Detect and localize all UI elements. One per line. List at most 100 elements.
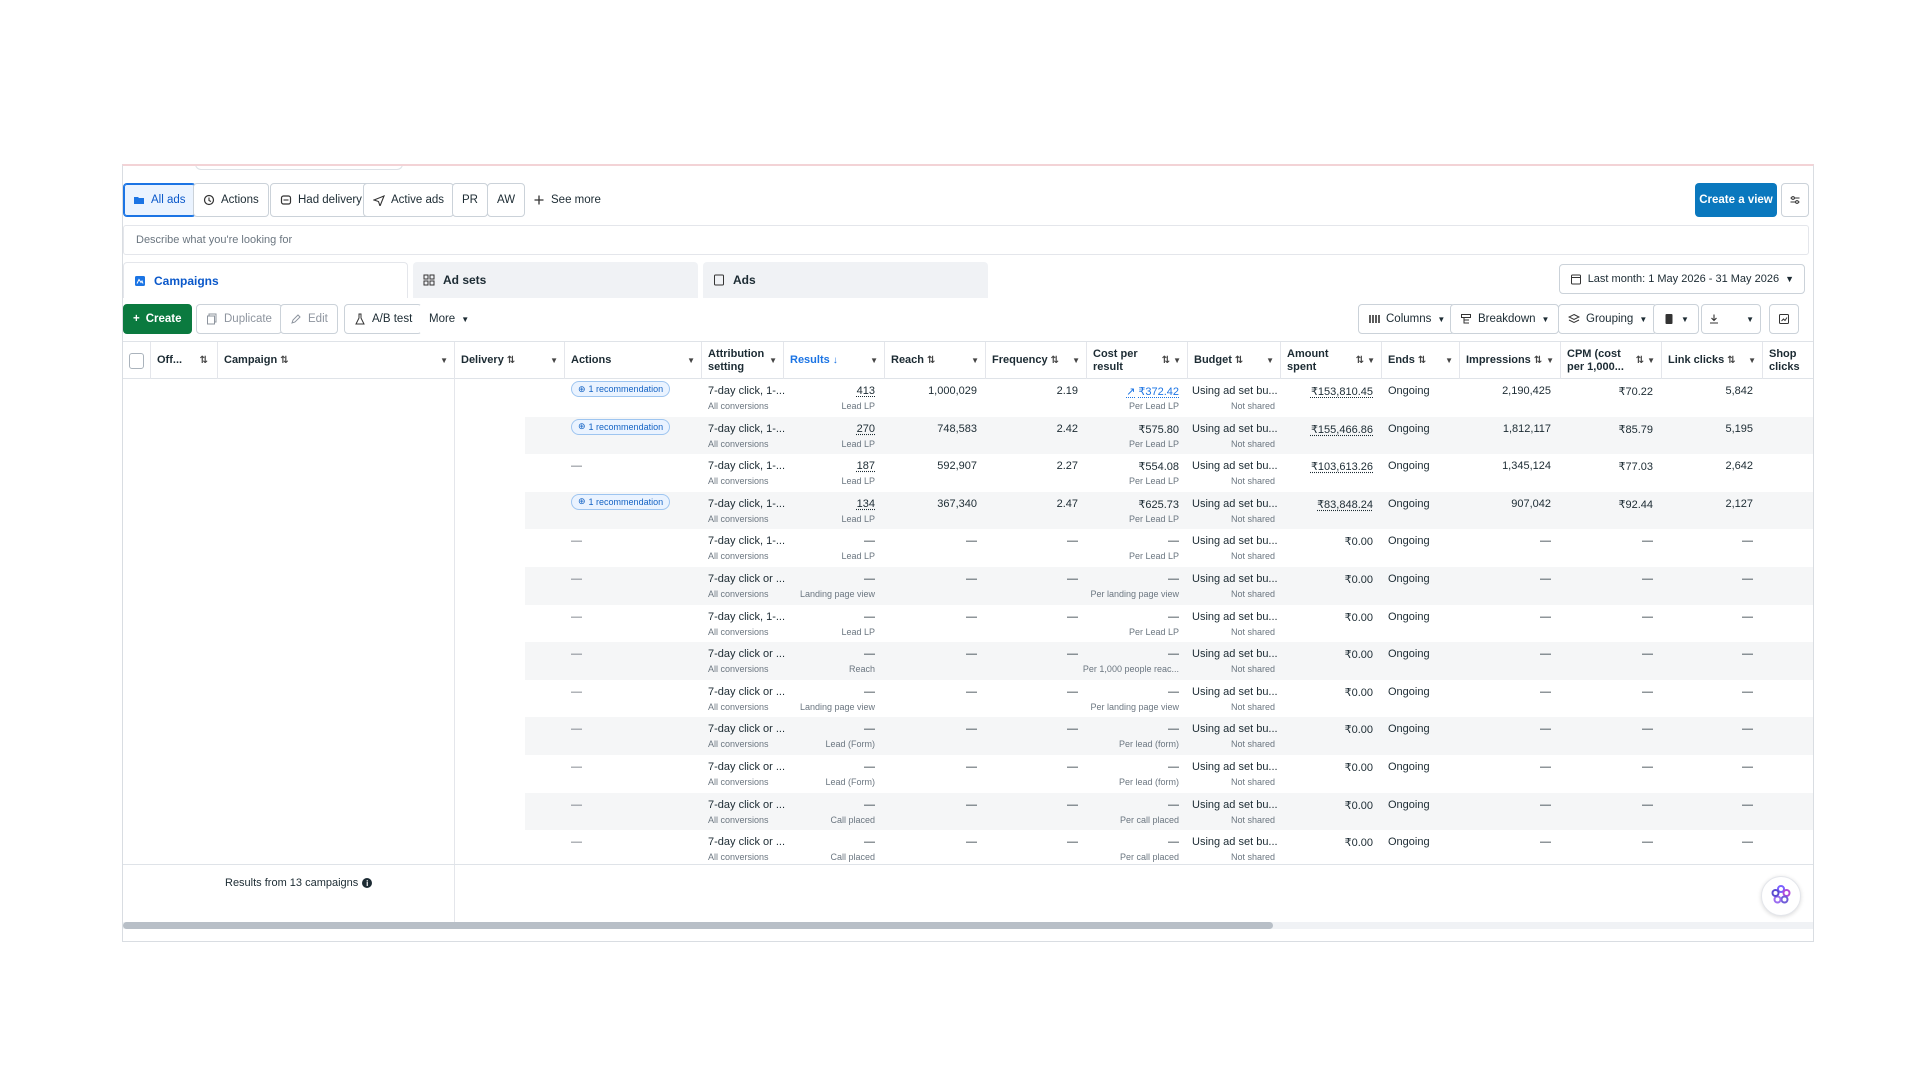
recommendation-badge[interactable]: ⊕ 1 recommendation bbox=[571, 418, 671, 435]
info-icon[interactable]: i bbox=[362, 878, 373, 888]
table-row[interactable]: — 7-day click or ... All conversions — Lead … bbox=[123, 717, 1813, 755]
scrollbar-thumb[interactable] bbox=[123, 922, 1273, 929]
table-row[interactable]: — 7-day click or ... All conversions — Call … bbox=[123, 830, 1813, 868]
export-button[interactable]: ▼ bbox=[1701, 304, 1761, 334]
col-campaign[interactable]: Campaign ⇅ ▼ bbox=[218, 342, 455, 379]
actions-cell: — bbox=[571, 723, 582, 736]
results-cell[interactable]: 413 bbox=[857, 385, 875, 397]
table-row[interactable]: — 7-day click or ... All conversions — Landi… bbox=[123, 680, 1813, 718]
results-cell[interactable]: 187 bbox=[857, 460, 875, 472]
tab-ads[interactable]: Ads bbox=[703, 262, 988, 298]
col-frequency[interactable]: Frequency ⇅ ▼ bbox=[986, 342, 1087, 379]
results-cell[interactable]: 270 bbox=[857, 423, 875, 435]
tab-ad-sets[interactable]: Ad sets bbox=[413, 262, 698, 298]
breakdown-button[interactable]: Breakdown ▼ bbox=[1450, 304, 1560, 334]
attribution-cell: 7-day click, 1-... bbox=[708, 460, 786, 473]
col-reach[interactable]: Reach ⇅ ▼ bbox=[885, 342, 986, 379]
actions-cell: — bbox=[571, 573, 582, 585]
date-range-picker[interactable]: Last month: 1 May 2026 - 31 May 2026 ▼ bbox=[1558, 264, 1805, 294]
amount-spent-cell: ₹83,848.24 bbox=[1317, 498, 1373, 511]
chart-toggle-button[interactable] bbox=[1769, 304, 1799, 334]
search-input[interactable]: Describe what you're looking for bbox=[123, 225, 1809, 255]
chevron-down-icon: ▼ bbox=[1072, 355, 1080, 365]
table-row[interactable]: ⊕ 1 recommendation 7-day click, 1-... All c… bbox=[123, 416, 1813, 455]
table-row[interactable]: — 7-day click or ... All conversions — Call … bbox=[123, 792, 1813, 831]
cost-per-result-cell: — bbox=[1168, 685, 1179, 698]
cost-per-result-cell: — bbox=[1168, 836, 1179, 849]
table-row[interactable]: — 7-day click, 1-... All conversions — Lead … bbox=[123, 529, 1813, 567]
reach-cell: — bbox=[966, 798, 977, 811]
ends-cell: Ongoing bbox=[1388, 422, 1430, 435]
columns-button[interactable]: Columns ▼ bbox=[1358, 304, 1456, 334]
attribution-sub: All conversions bbox=[708, 739, 769, 750]
cpm-cell: — bbox=[1642, 761, 1653, 773]
results-type: Reach bbox=[848, 664, 875, 675]
reach-cell: 1,000,029 bbox=[928, 385, 977, 397]
budget-sub: Not shared bbox=[1230, 777, 1275, 787]
view-had-delivery[interactable]: Had delivery bbox=[270, 183, 372, 217]
budget-cell: Using ad set bu... bbox=[1192, 497, 1278, 510]
cost-per-result-cell: — bbox=[1168, 723, 1179, 736]
select-all-checkbox[interactable] bbox=[123, 342, 151, 379]
reach-cell: — bbox=[966, 723, 977, 736]
table-row[interactable]: ⊕ 1 recommendation 7-day click, 1-... All c… bbox=[123, 379, 1813, 417]
table-row[interactable]: — 7-day click, 1-... All conversions 187 Lea… bbox=[123, 454, 1813, 492]
view-aw[interactable]: AW bbox=[487, 183, 526, 217]
table-row[interactable]: — 7-day click or ... All conversions — Lead … bbox=[123, 755, 1813, 793]
duplicate-button[interactable]: Duplicate bbox=[196, 304, 282, 334]
see-more-button[interactable]: See more bbox=[523, 183, 611, 217]
trend-up-icon: ↗ bbox=[1126, 386, 1136, 398]
view-active-ads[interactable]: Active ads bbox=[363, 183, 455, 217]
col-budget[interactable]: Budget ⇅ ▼ bbox=[1188, 342, 1281, 379]
recommendation-badge[interactable]: ⊕ 1 recommendation bbox=[571, 381, 671, 397]
table-row[interactable]: — 7-day click, 1-... All conversions — Lead … bbox=[123, 605, 1813, 643]
impressions-cell: 1,345,124 bbox=[1502, 460, 1551, 473]
edit-button[interactable]: Edit bbox=[280, 304, 338, 334]
horizontal-scrollbar[interactable] bbox=[123, 922, 1813, 929]
amount-spent-cell: ₹0.00 bbox=[1344, 574, 1373, 586]
view-settings-button[interactable] bbox=[1781, 183, 1809, 217]
view-pr[interactable]: PR bbox=[452, 183, 488, 217]
ads-manager-panel: All ads Actions Had delivery Active ads … bbox=[122, 164, 1814, 942]
assistant-button[interactable] bbox=[1761, 876, 1801, 916]
col-link-clicks[interactable]: Link clicks ⇅ ▼ bbox=[1662, 342, 1763, 379]
amount-spent-cell: ₹0.00 bbox=[1344, 724, 1373, 737]
results-cell[interactable]: 134 bbox=[857, 498, 875, 510]
col-shop-clicks[interactable]: Shop clicks bbox=[1763, 342, 1813, 379]
ab-test-button[interactable]: A/B test bbox=[344, 304, 423, 334]
table-row[interactable]: ⊕ 1 recommendation 7-day click, 1-... All c… bbox=[123, 491, 1813, 530]
col-ends[interactable]: Ends ⇅ ▼ bbox=[1382, 342, 1460, 379]
reports-button[interactable]: ▼ bbox=[1653, 304, 1699, 334]
grouping-button[interactable]: Grouping ▼ bbox=[1558, 304, 1658, 334]
sort-icon: ⇅ bbox=[1161, 354, 1171, 366]
col-results[interactable]: Results ↓ ▼ bbox=[784, 342, 885, 379]
create-button[interactable]: + Create bbox=[123, 304, 192, 334]
col-cpm[interactable]: CPM (cost per 1,000... ⇅ ▼ bbox=[1561, 342, 1662, 379]
recommendation-icon: ⊕ bbox=[578, 421, 586, 432]
budget-sub: Not shared bbox=[1230, 438, 1275, 449]
more-button[interactable]: More ▼ bbox=[419, 304, 480, 334]
table-row[interactable]: — 7-day click or ... All conversions — Landi… bbox=[123, 567, 1813, 605]
cost-per-result-cell: — bbox=[1168, 535, 1179, 548]
attribution-sub: All conversions bbox=[708, 814, 769, 825]
col-delivery[interactable]: Delivery ⇅ ▼ bbox=[455, 342, 565, 379]
recommendation-badge[interactable]: ⊕ 1 recommendation bbox=[571, 493, 671, 510]
col-cost-per-result[interactable]: Cost per result ⇅ ▼ bbox=[1087, 342, 1188, 379]
view-actions[interactable]: Actions bbox=[193, 183, 269, 217]
sort-icon: ⇅ bbox=[1355, 354, 1365, 366]
col-attribution[interactable]: Attribution setting ▼ bbox=[702, 342, 784, 379]
cost-per-result-type: Per Lead LP bbox=[1128, 401, 1179, 411]
col-impressions[interactable]: Impressions ⇅ ▼ bbox=[1460, 342, 1561, 379]
table-row[interactable]: — 7-day click or ... All conversions — Reach… bbox=[123, 642, 1813, 680]
col-amount-spent[interactable]: Amount spent ⇅ ▼ bbox=[1281, 342, 1382, 379]
impressions-cell: — bbox=[1540, 723, 1551, 736]
create-view-button[interactable]: Create a view bbox=[1695, 183, 1777, 217]
tab-campaigns[interactable]: Campaigns bbox=[123, 262, 408, 298]
col-actions[interactable]: Actions ▼ bbox=[565, 342, 702, 379]
chevron-down-icon: ▼ bbox=[1746, 314, 1754, 324]
reach-cell: — bbox=[966, 610, 977, 623]
cost-per-result-cell: — bbox=[1168, 761, 1179, 773]
col-off[interactable]: Off... ⇅ bbox=[151, 342, 218, 379]
view-all-ads[interactable]: All ads bbox=[123, 183, 196, 217]
ends-cell: Ongoing bbox=[1388, 497, 1430, 510]
